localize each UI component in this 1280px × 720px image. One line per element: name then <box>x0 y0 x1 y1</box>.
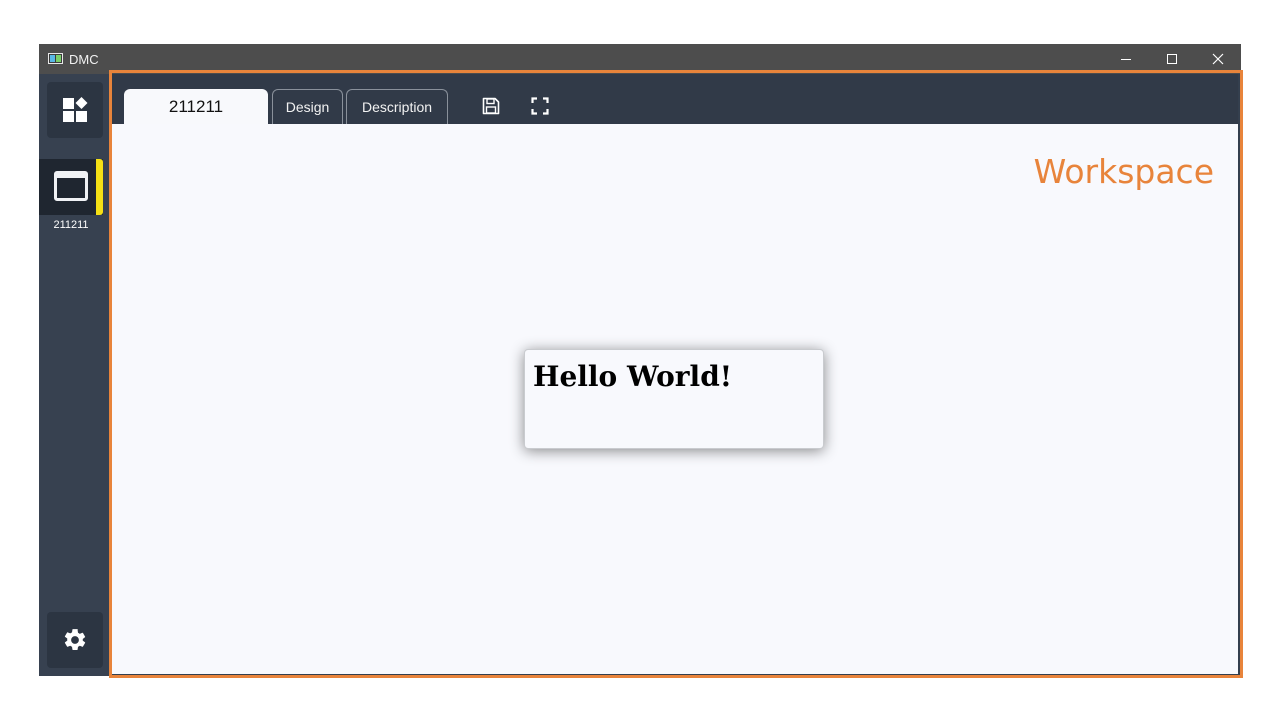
sidebar-item-211211[interactable] <box>39 159 103 215</box>
window-icon <box>54 171 88 201</box>
gear-icon <box>64 629 86 650</box>
settings-button[interactable] <box>47 612 103 668</box>
sidebar: 211211 <box>39 74 109 676</box>
maximize-icon <box>1167 54 1177 64</box>
close-icon <box>1212 53 1224 65</box>
app-icon <box>48 53 63 64</box>
widgets-icon <box>63 97 88 122</box>
workspace-highlight-frame <box>109 70 1243 678</box>
sidebar-item-label: 211211 <box>53 219 89 231</box>
window-title: DMC <box>69 52 99 67</box>
active-item-marker <box>96 159 103 215</box>
minimize-icon <box>1121 58 1131 60</box>
components-button[interactable] <box>47 82 103 138</box>
